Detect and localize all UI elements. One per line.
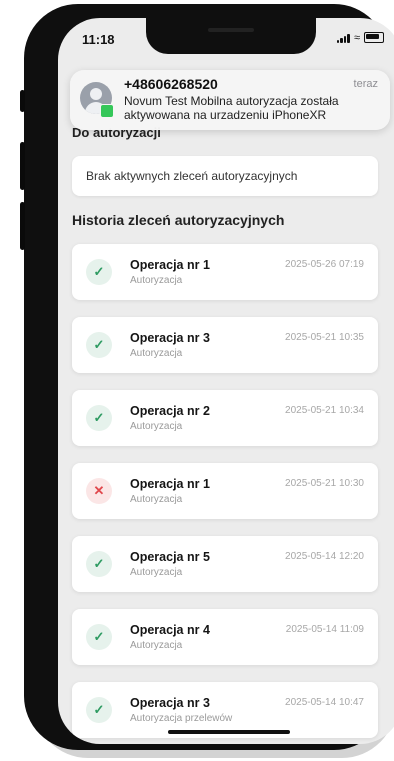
history-item[interactable]: ✕ Operacja nr 1 Autoryzacja 2025-05-21 1… (72, 463, 378, 519)
history-item[interactable]: ✓ Operacja nr 3 Autoryzacja 2025-05-21 1… (72, 317, 378, 373)
wifi-icon: ≈ (353, 32, 360, 44)
operation-type: Autoryzacja (130, 348, 183, 359)
operation-date: 2025-05-14 12:20 (285, 551, 364, 562)
operation-name: Operacja nr 4 (130, 623, 210, 637)
operation-type: Autoryzacja (130, 421, 183, 432)
check-icon: ✓ (86, 332, 112, 358)
operation-name: Operacja nr 5 (130, 550, 210, 564)
signal-icon (336, 33, 350, 43)
pending-empty-text: Brak aktywnych zleceń autoryzacyjnych (86, 169, 298, 183)
operation-type: Autoryzacja (130, 567, 183, 578)
cross-icon: ✕ (86, 478, 112, 504)
battery-icon (364, 32, 384, 43)
operation-date: 2025-05-26 07:19 (285, 259, 364, 270)
history-item[interactable]: ✓ Operacja nr 2 Autoryzacja 2025-05-21 1… (72, 390, 378, 446)
check-icon: ✓ (86, 405, 112, 431)
pending-empty-card: Brak aktywnych zleceń autoryzacyjnych (72, 156, 378, 196)
operation-type: Autoryzacja (130, 640, 183, 651)
operation-date: 2025-05-21 10:30 (285, 478, 364, 489)
notification-title: +48606268520 (124, 76, 218, 92)
push-notification[interactable]: +48606268520 teraz Novum Test Mobilna au… (70, 70, 390, 130)
history-item[interactable]: ✓ Operacja nr 4 Autoryzacja 2025-05-14 1… (72, 609, 378, 665)
home-indicator[interactable] (168, 730, 290, 734)
operation-name: Operacja nr 2 (130, 404, 210, 418)
silent-switch (20, 90, 25, 112)
operation-date: 2025-05-14 11:09 (285, 624, 364, 635)
operation-name: Operacja nr 1 (130, 258, 210, 272)
notification-time: teraz (353, 78, 378, 90)
history-item[interactable]: ✓ Operacja nr 1 Autoryzacja 2025-05-26 0… (72, 244, 378, 300)
check-icon: ✓ (86, 624, 112, 650)
volume-down-button (20, 202, 25, 250)
notification-body: Novum Test Mobilna autoryzacja została a… (124, 94, 339, 122)
notch (146, 18, 316, 54)
operation-date: 2025-05-14 10:47 (285, 697, 364, 708)
history-item[interactable]: ✓ Operacja nr 5 Autoryzacja 2025-05-14 1… (72, 536, 378, 592)
operation-name: Operacja nr 3 (130, 331, 210, 345)
messages-app-icon (100, 104, 114, 118)
operation-date: 2025-05-21 10:35 (285, 332, 364, 343)
operation-name: Operacja nr 3 (130, 696, 210, 710)
phone-frame: 11:18 ≈ +48606268520 teraz Novum Test Mo… (20, 4, 394, 750)
check-icon: ✓ (86, 697, 112, 723)
volume-up-button (20, 142, 25, 190)
operation-type: Autoryzacja przelewów (130, 713, 233, 724)
operation-type: Autoryzacja (130, 494, 183, 505)
check-icon: ✓ (86, 259, 112, 285)
speaker-grille (208, 28, 254, 32)
check-icon: ✓ (86, 551, 112, 577)
status-icons: ≈ (336, 32, 384, 44)
screen: 11:18 ≈ +48606268520 teraz Novum Test Mo… (58, 18, 394, 744)
operation-type: Autoryzacja (130, 275, 183, 286)
status-time: 11:18 (82, 32, 115, 47)
operation-date: 2025-05-21 10:34 (285, 405, 364, 416)
history-section-title: Historia zleceń autoryzacyjnych (72, 212, 285, 228)
operation-name: Operacja nr 1 (130, 477, 210, 491)
